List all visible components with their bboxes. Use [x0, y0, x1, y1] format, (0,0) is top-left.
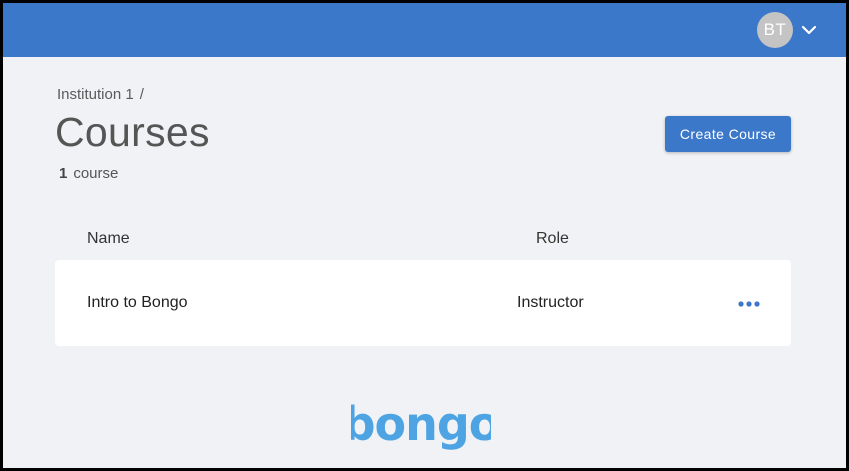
- course-name[interactable]: Intro to Bongo: [87, 294, 188, 312]
- bongo-logo: bongo: [351, 397, 491, 451]
- chevron-down-icon[interactable]: [801, 22, 817, 38]
- column-header-role: Role: [536, 230, 569, 247]
- create-course-button[interactable]: Create Course: [665, 116, 791, 152]
- table-row[interactable]: Intro to Bongo Instructor: [55, 260, 791, 346]
- course-role: Instructor: [517, 294, 584, 311]
- breadcrumb: Institution 1 /: [57, 86, 144, 103]
- breadcrumb-separator: /: [139, 86, 144, 103]
- avatar-initials: BT: [763, 20, 787, 39]
- more-horizontal-icon[interactable]: [735, 292, 763, 316]
- app-window: BT Institution 1 / Courses 1 course Create…: [3, 3, 846, 468]
- page-title: Courses: [55, 109, 210, 155]
- course-count-label: course: [73, 165, 119, 182]
- column-header-name: Name: [87, 230, 130, 247]
- course-count: 1 course: [59, 165, 118, 182]
- logo-text: bongo: [351, 397, 491, 451]
- course-count-number: 1: [59, 165, 68, 182]
- user-avatar[interactable]: BT: [757, 12, 793, 48]
- breadcrumb-institution[interactable]: Institution 1: [57, 86, 134, 103]
- top-bar: BT: [3, 3, 846, 57]
